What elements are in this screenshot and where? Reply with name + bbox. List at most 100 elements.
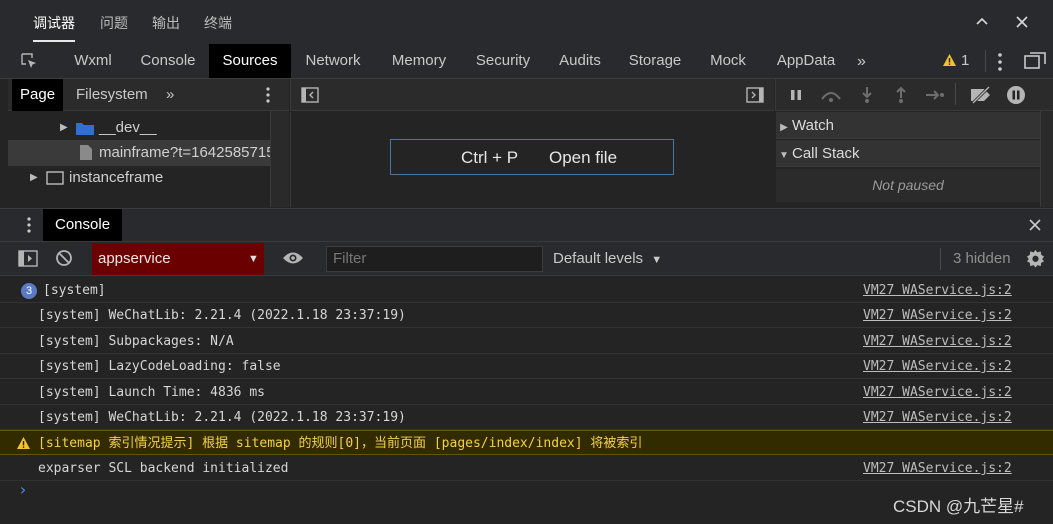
- tab-network[interactable]: Network: [296, 44, 370, 78]
- log-row[interactable]: [system] WeChatLib: 2.21.4 (2022.1.18 23…: [0, 405, 1053, 430]
- message-count-badge: 3: [21, 283, 37, 299]
- log-message: [system] LazyCodeLoading: false: [38, 359, 281, 374]
- context-select[interactable]: appservice ▼: [92, 243, 264, 275]
- tree-item-mainframe[interactable]: mainframe?t=1642585715: [8, 140, 289, 166]
- show-sidebar-icon[interactable]: [18, 250, 38, 267]
- eye-icon[interactable]: [282, 250, 304, 266]
- kebab-menu-icon[interactable]: [996, 52, 1004, 72]
- debugger-scrollbar[interactable]: [1040, 111, 1053, 207]
- log-message: [system] Subpackages: N/A: [38, 334, 234, 349]
- inspect-element-icon[interactable]: [20, 52, 38, 70]
- log-levels-select[interactable]: Default levels ▼: [553, 243, 662, 275]
- tab-console[interactable]: Console: [130, 44, 206, 78]
- watermark: CSDN @九芒星#: [893, 497, 1024, 516]
- clear-console-icon[interactable]: [55, 249, 73, 267]
- warning-icon[interactable]: [942, 53, 957, 67]
- watch-label: Watch: [792, 117, 834, 134]
- pause-icon[interactable]: [789, 88, 803, 102]
- chevron-down-icon: ▼: [779, 150, 789, 161]
- log-row[interactable]: 3 [system] VM27 WAService.js:2: [0, 278, 1053, 303]
- folder-icon: [76, 121, 94, 135]
- tab-mock[interactable]: Mock: [700, 44, 756, 78]
- more-tabs-icon[interactable]: »: [166, 86, 174, 103]
- drawer-header: [0, 208, 1053, 242]
- step-icon[interactable]: [925, 88, 945, 102]
- log-row[interactable]: [system] Subpackages: N/A VM27 WAService…: [0, 329, 1053, 354]
- watch-section[interactable]: ▶ Watch: [776, 112, 1040, 139]
- tab-appdata[interactable]: AppData: [768, 44, 844, 78]
- log-message: [system] WeChatLib: 2.21.4 (2022.1.18 23…: [38, 410, 406, 425]
- log-source-link[interactable]: VM27 WAService.js:2: [863, 456, 1012, 481]
- not-paused-text: Not paused: [776, 169, 1040, 202]
- chevron-right-icon: ▶: [60, 122, 68, 133]
- warning-icon: [16, 436, 31, 450]
- tab-problems[interactable]: 问题: [100, 0, 128, 44]
- callstack-section[interactable]: ▼ Call Stack: [776, 140, 1040, 167]
- log-message: [system]: [43, 283, 106, 298]
- warning-count: 1: [961, 52, 970, 69]
- divider: [940, 248, 941, 270]
- tree-item-instanceframe[interactable]: ▶ instanceframe: [8, 165, 289, 191]
- tab-storage[interactable]: Storage: [622, 44, 688, 78]
- tab-memory[interactable]: Memory: [382, 44, 456, 78]
- close-drawer-icon[interactable]: [1028, 218, 1042, 232]
- dropdown-arrow-icon: ▼: [651, 254, 663, 266]
- tab-page[interactable]: Page: [12, 79, 64, 111]
- editor-header: [290, 79, 774, 111]
- dropdown-arrow-icon: ▼: [248, 253, 259, 265]
- tree-scrollbar[interactable]: [270, 111, 289, 207]
- devtools-window: 调试器 问题 输出 终端 Wxml Console Sources Networ…: [0, 0, 1053, 524]
- chevron-up-icon[interactable]: [974, 14, 990, 30]
- close-icon[interactable]: [1014, 14, 1030, 30]
- toggle-navigator-icon[interactable]: [301, 87, 319, 103]
- log-message: [system] Launch Time: 4836 ms: [38, 385, 265, 400]
- console-prompt-icon[interactable]: ›: [18, 480, 28, 499]
- deactivate-breakpoints-icon[interactable]: [969, 86, 993, 104]
- kebab-menu-icon[interactable]: [264, 86, 272, 104]
- tab-security[interactable]: Security: [467, 44, 539, 78]
- tab-terminal[interactable]: 终端: [204, 0, 232, 44]
- callstack-label: Call Stack: [792, 145, 860, 162]
- log-row[interactable]: [system] WeChatLib: 2.21.4 (2022.1.18 23…: [0, 303, 1053, 328]
- log-row-warning[interactable]: [sitemap 索引情况提示] 根据 sitemap 的规则[0]，当前页面 …: [0, 430, 1053, 455]
- file-icon: [79, 144, 93, 161]
- log-message: exparser SCL backend initialized: [38, 461, 289, 476]
- log-row[interactable]: [system] Launch Time: 4836 ms VM27 WASer…: [0, 380, 1053, 405]
- step-into-icon[interactable]: [860, 86, 874, 104]
- log-source-link[interactable]: VM27 WAService.js:2: [863, 354, 1012, 379]
- log-source-link[interactable]: VM27 WAService.js:2: [863, 278, 1012, 303]
- drawer-tab-console[interactable]: Console: [43, 209, 123, 241]
- tab-sources[interactable]: Sources: [209, 44, 291, 78]
- tree-item-dev[interactable]: ▶ __dev__: [8, 115, 289, 141]
- tree-item-label: mainframe?t=1642585715: [99, 144, 275, 161]
- log-message: [sitemap 索引情况提示] 根据 sitemap 的规则[0]，当前页面 …: [38, 436, 643, 451]
- hidden-count: 3 hidden: [953, 250, 1011, 267]
- tab-filesystem[interactable]: Filesystem: [76, 79, 148, 111]
- log-source-link[interactable]: VM27 WAService.js:2: [863, 303, 1012, 328]
- action-label: Open file: [549, 148, 618, 167]
- dock-side-icon[interactable]: [1024, 52, 1046, 70]
- log-source-link[interactable]: VM27 WAService.js:2: [863, 405, 1012, 430]
- filter-input[interactable]: Filter: [326, 246, 543, 272]
- log-source-link[interactable]: VM27 WAService.js:2: [863, 329, 1012, 354]
- log-row[interactable]: exparser SCL backend initialized VM27 WA…: [0, 456, 1053, 481]
- log-source-link[interactable]: VM27 WAService.js:2: [863, 380, 1012, 405]
- toggle-debugger-icon[interactable]: [746, 87, 764, 103]
- gear-icon[interactable]: [1026, 249, 1045, 268]
- drawer-menu-icon[interactable]: [25, 216, 33, 234]
- step-out-icon[interactable]: [894, 86, 908, 104]
- chevron-right-icon: ▶: [780, 122, 788, 133]
- step-over-icon[interactable]: [820, 87, 842, 103]
- frame-icon: [46, 171, 64, 185]
- tab-output[interactable]: 输出: [152, 0, 180, 44]
- more-tabs-icon[interactable]: »: [857, 53, 866, 71]
- tab-wxml[interactable]: Wxml: [63, 44, 123, 78]
- open-file-hint[interactable]: Ctrl + P Open file: [390, 139, 674, 175]
- tree-item-label: __dev__: [99, 119, 157, 136]
- chevron-right-icon: ▶: [30, 172, 38, 183]
- pause-on-exceptions-icon[interactable]: [1006, 85, 1026, 105]
- levels-label: Default levels: [553, 250, 644, 267]
- tab-debugger[interactable]: 调试器: [33, 0, 75, 44]
- log-row[interactable]: [system] LazyCodeLoading: false VM27 WAS…: [0, 354, 1053, 379]
- tab-audits[interactable]: Audits: [549, 44, 611, 78]
